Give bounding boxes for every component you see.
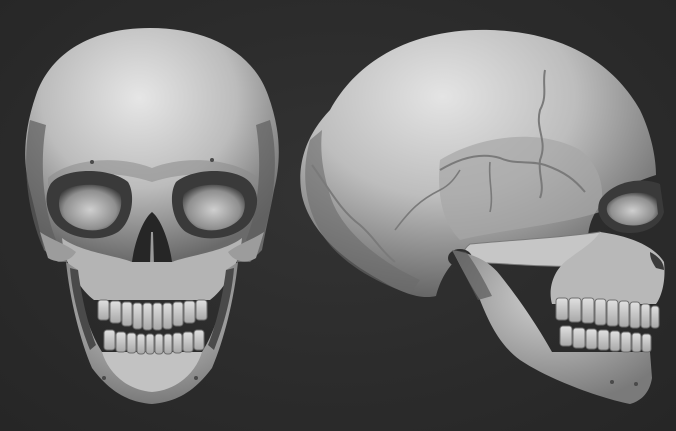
skull-side-view (300, 29, 665, 404)
front-foramen-right (210, 158, 214, 162)
skull-render-scene (0, 0, 676, 431)
front-foramen-left (90, 160, 94, 164)
front-lower-teeth (103, 329, 205, 355)
side-mental-foramen (610, 380, 614, 384)
skull-front-view (25, 28, 279, 404)
front-upper-teeth (97, 299, 208, 331)
front-mental-foramen-left (102, 376, 106, 380)
front-mental-foramen-right (194, 376, 198, 380)
skull-render-svg (25, 28, 665, 404)
side-lower-teeth (559, 325, 652, 353)
side-foramen-chin (634, 382, 638, 386)
